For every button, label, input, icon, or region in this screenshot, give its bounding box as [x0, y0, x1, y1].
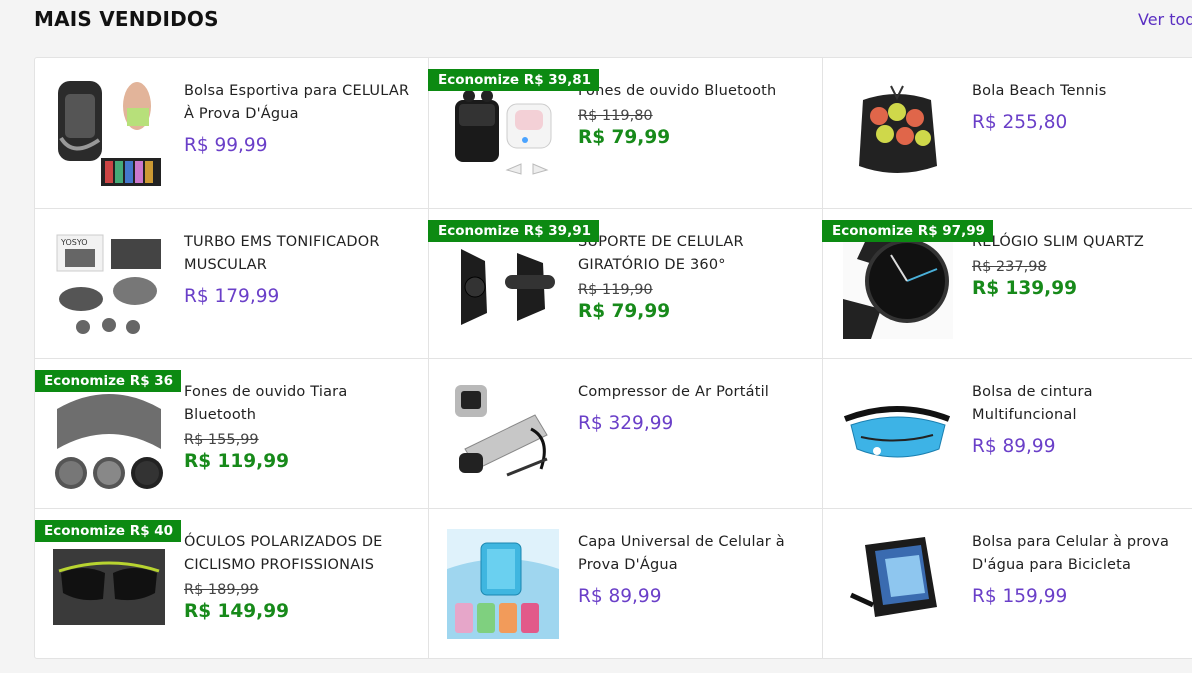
cycling-sunglasses-image[interactable]: [53, 529, 165, 639]
sale-price: R$ 79,99: [578, 127, 671, 148]
section-header: MAIS VENDIDOS Ver tod: [34, 4, 1192, 36]
sale-price: R$ 139,99: [972, 278, 1077, 299]
product-price: R$ 329,99: [578, 413, 674, 434]
discount-badge: Economize R$ 40: [35, 520, 182, 542]
product-card[interactable]: Compressor de Ar Portátil R$ 329,99: [429, 359, 823, 509]
product-info: Fones de ouvido Tiara Bluetooth R$ 155,99…: [184, 381, 414, 473]
product-price: R$ 159,99: [972, 586, 1068, 607]
product-card[interactable]: Bolsa Esportiva para CELULAR À Prova D'Á…: [35, 58, 429, 209]
product-name[interactable]: Capa Universal de Celular à Prova D'Água: [578, 531, 808, 577]
product-card[interactable]: Economize R$ 39,91 SUPORTE DE CELULAR GI…: [428, 209, 823, 359]
product-info: Capa Universal de Celular à Prova D'Água…: [578, 531, 808, 608]
see-all-link[interactable]: Ver tod: [1138, 10, 1192, 29]
product-price: R$ 99,99: [184, 135, 268, 156]
ems-muscle-toner-image[interactable]: YOSYO: [53, 229, 165, 339]
bike-phone-bag-image[interactable]: [841, 529, 953, 639]
product-card[interactable]: Economize R$ 40 ÓCULOS POLARIZADOS DE CI…: [35, 509, 429, 658]
air-compressor-image[interactable]: [447, 379, 559, 489]
product-info: Bolsa Esportiva para CELULAR À Prova D'Á…: [184, 80, 414, 157]
discount-badge: Economize R$ 39,91: [428, 220, 599, 242]
wireless-earbuds-image[interactable]: [447, 78, 559, 188]
product-price: R$ 255,80: [972, 112, 1068, 133]
product-info: ÓCULOS POLARIZADOS DE CICLISMO PROFISSIO…: [184, 531, 414, 623]
product-name[interactable]: Bola Beach Tennis: [972, 80, 1192, 103]
old-price: R$ 189,99: [184, 582, 259, 598]
product-name[interactable]: Fones de ouvido Tiara Bluetooth: [184, 381, 414, 427]
product-info: TURBO EMS TONIFICADOR MUSCULAR R$ 179,99: [184, 231, 414, 308]
old-price: R$ 119,80: [578, 108, 653, 124]
product-name[interactable]: SUPORTE DE CELULAR GIRATÓRIO DE 360°: [578, 231, 808, 277]
discount-badge: Economize R$ 39,81: [428, 69, 599, 91]
product-card[interactable]: Capa Universal de Celular à Prova D'Água…: [429, 509, 823, 658]
quartz-watch-image[interactable]: [841, 229, 953, 339]
sale-price: R$ 119,99: [184, 451, 289, 472]
product-info: Bolsa de cintura Multifuncional R$ 89,99: [972, 381, 1192, 458]
waist-bag-image[interactable]: [841, 379, 953, 489]
old-price: R$ 155,99: [184, 432, 259, 448]
product-card[interactable]: Economize R$ 36 Fones de ouvido Tiara Bl…: [35, 359, 429, 509]
product-name[interactable]: RELÓGIO SLIM QUARTZ: [972, 231, 1192, 254]
product-name[interactable]: Bolsa de cintura Multifuncional: [972, 381, 1192, 427]
product-card[interactable]: Economize R$ 39,81 Fones de ouvido Bluet…: [428, 58, 823, 209]
old-price: R$ 237,98: [972, 259, 1047, 275]
sale-price: R$ 79,99: [578, 301, 671, 322]
product-card[interactable]: Bolsa para Celular à prova D'água para B…: [823, 509, 1192, 658]
product-name[interactable]: ÓCULOS POLARIZADOS DE CICLISMO PROFISSIO…: [184, 531, 414, 577]
product-info: Bolsa para Celular à prova D'água para B…: [972, 531, 1192, 608]
product-name[interactable]: Bolsa para Celular à prova D'água para B…: [972, 531, 1192, 577]
product-info: Fones de ouvido Bluetooth R$ 119,80 R$ 79,…: [578, 80, 808, 149]
product-grid: Bolsa Esportiva para CELULAR À Prova D'Á…: [34, 57, 1192, 659]
discount-badge: Economize R$ 97,99: [822, 220, 993, 242]
product-name[interactable]: Bolsa Esportiva para CELULAR À Prova D'Á…: [184, 80, 414, 126]
svg-text:YOSYO: YOSYO: [60, 238, 88, 247]
bike-phone-holder-image[interactable]: [447, 229, 559, 339]
product-name[interactable]: Compressor de Ar Portátil: [578, 381, 808, 404]
product-price: R$ 179,99: [184, 286, 280, 307]
product-card[interactable]: YOSYO TURBO EMS TONIFICADOR MUSCULAR R$ 1…: [35, 209, 429, 359]
product-name[interactable]: Fones de ouvido Bluetooth: [578, 80, 808, 103]
product-info: Compressor de Ar Portátil R$ 329,99: [578, 381, 808, 435]
product-card[interactable]: Bola Beach Tennis R$ 255,80: [823, 58, 1192, 209]
product-info: SUPORTE DE CELULAR GIRATÓRIO DE 360° R$ 1…: [578, 231, 808, 323]
product-card[interactable]: Bolsa de cintura Multifuncional R$ 89,99: [823, 359, 1192, 509]
section-title: MAIS VENDIDOS: [34, 7, 219, 31]
product-name[interactable]: TURBO EMS TONIFICADOR MUSCULAR: [184, 231, 414, 277]
product-price: R$ 89,99: [972, 436, 1056, 457]
sport-armband-bag-image[interactable]: [53, 78, 165, 188]
old-price: R$ 119,90: [578, 282, 653, 298]
waterproof-phone-case-image[interactable]: [447, 529, 559, 639]
product-card[interactable]: Economize R$ 97,99 RELÓGIO SLIM QUARTZ R$…: [822, 209, 1192, 359]
sale-price: R$ 149,99: [184, 601, 289, 622]
product-info: RELÓGIO SLIM QUARTZ R$ 237,98 R$ 139,99: [972, 231, 1192, 300]
bluetooth-headband-image[interactable]: [53, 379, 165, 489]
product-price: R$ 89,99: [578, 586, 662, 607]
product-info: Bola Beach Tennis R$ 255,80: [972, 80, 1192, 134]
beach-tennis-balls-image[interactable]: [841, 78, 953, 188]
discount-badge: Economize R$ 36: [35, 370, 182, 392]
